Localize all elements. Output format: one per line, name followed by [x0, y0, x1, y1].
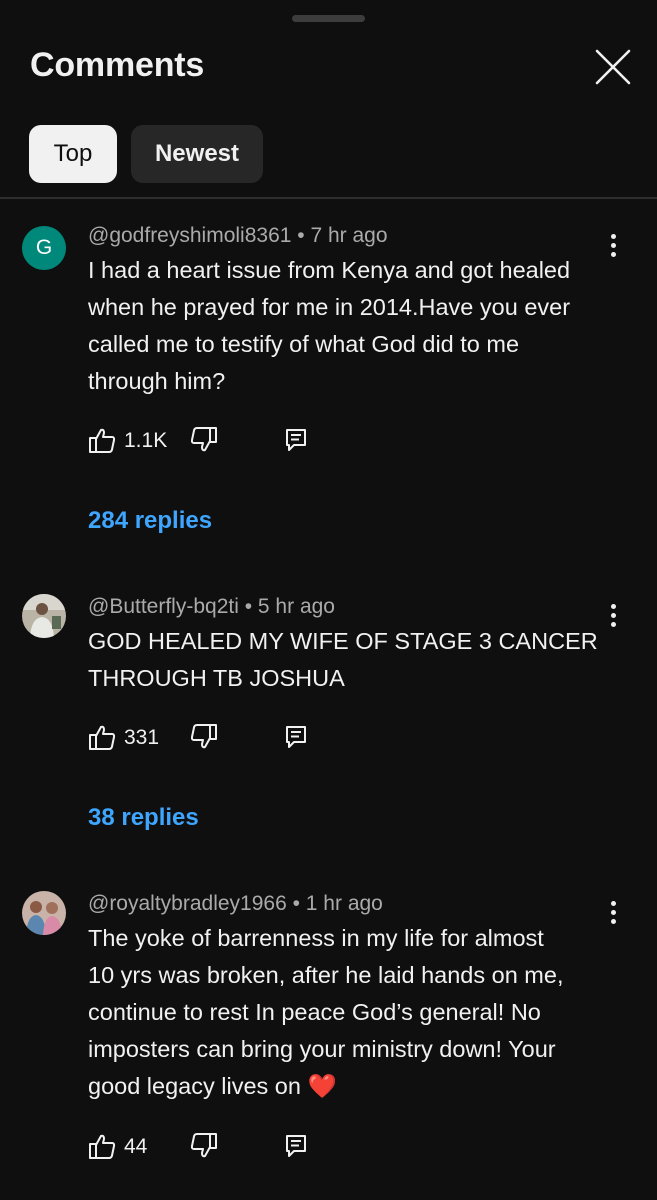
page-title: Comments	[30, 46, 205, 84]
tab-newest[interactable]: Newest	[131, 125, 263, 183]
thumbs-up-icon	[89, 1134, 116, 1159]
comment-meta: @Butterfly-bq2ti • 5 hr ago	[88, 595, 335, 619]
reply-button[interactable]	[284, 1133, 308, 1159]
comment-line: The yoke of barrenness in my life for al…	[88, 925, 544, 951]
reply-button[interactable]	[284, 724, 308, 750]
reply-icon	[286, 726, 306, 748]
view-replies-link[interactable]: 38 replies	[88, 804, 199, 832]
meta-separator: •	[238, 595, 258, 618]
comment-text: I had a heart issue from Kenya and got h…	[88, 252, 618, 400]
close-icon	[595, 49, 631, 85]
comment-time: 7 hr ago	[310, 224, 388, 247]
tab-newest-label: Newest	[154, 140, 240, 167]
comment-author[interactable]: @godfreyshimoli8361	[88, 224, 291, 247]
thumbs-up-icon	[89, 725, 116, 750]
meta-separator: •	[286, 892, 306, 915]
comment-line: I had a heart issue from Kenya and got h…	[88, 257, 571, 283]
view-replies-link[interactable]: 284 replies	[88, 507, 212, 535]
like-count: 331	[124, 726, 160, 749]
tab-top-label: Top	[53, 140, 93, 167]
comment-text: The yoke of barrenness in my life for al…	[88, 920, 618, 1105]
dot	[610, 900, 616, 906]
comment-line: 10 yrs was broken, after he laid hands o…	[88, 962, 564, 988]
comment-author[interactable]: @royaltybradley1966	[88, 892, 287, 915]
comment-line: continue to rest In peace God’s general!…	[88, 999, 541, 1025]
dot	[610, 909, 616, 915]
avatar-letter: G	[35, 236, 53, 259]
dot	[610, 233, 616, 239]
dislike-button[interactable]	[190, 1132, 218, 1160]
comment-line: good legacy lives on	[88, 1073, 301, 1099]
comment-line-last: good legacy lives on ❤️	[88, 1068, 618, 1105]
reply-icon	[286, 1135, 306, 1157]
comment-meta: @royaltybradley1966 • 1 hr ago	[88, 892, 383, 916]
avatar[interactable]	[22, 594, 66, 638]
avatar-photo-icon	[22, 891, 66, 935]
thumbs-up-icon	[89, 428, 116, 453]
heart-emoji: ❤️	[307, 1073, 337, 1099]
like-button[interactable]	[88, 426, 116, 454]
comment-line: imposters can bring your ministry down! …	[88, 1036, 556, 1062]
reply-icon	[286, 429, 306, 451]
like-button[interactable]	[88, 1132, 116, 1160]
avatar[interactable]	[22, 891, 66, 935]
comment-line: called me to testify of what God did to …	[88, 331, 520, 357]
thumbs-down-icon	[190, 427, 217, 452]
drag-handle[interactable]	[292, 15, 365, 22]
comment-meta: @godfreyshimoli8361 • 7 hr ago	[88, 224, 388, 248]
dislike-button[interactable]	[190, 723, 218, 751]
thumbs-down-icon	[190, 724, 217, 749]
thumbs-down-icon	[190, 1133, 217, 1158]
like-button[interactable]	[88, 723, 116, 751]
dot	[610, 612, 616, 618]
close-button[interactable]	[593, 47, 633, 87]
dot	[610, 603, 616, 609]
like-count: 1.1K	[124, 429, 168, 452]
comment-line: through him?	[88, 368, 226, 394]
comment-line: THROUGH TB JOSHUA	[88, 665, 345, 691]
reply-button[interactable]	[284, 427, 308, 453]
comment-author[interactable]: @Butterfly-bq2ti	[88, 595, 239, 618]
avatar[interactable]: G	[22, 226, 66, 270]
avatar-photo-icon	[22, 594, 66, 638]
comment-time: 1 hr ago	[305, 892, 383, 915]
like-count: 44	[124, 1135, 148, 1158]
dot	[610, 242, 616, 248]
comment-line: GOD HEALED MY WIFE OF STAGE 3 CANCER	[88, 628, 598, 654]
meta-separator: •	[291, 224, 311, 247]
dislike-button[interactable]	[190, 426, 218, 454]
header-divider	[0, 197, 657, 199]
comment-line: when he prayed for me in 2014.Have you e…	[88, 294, 571, 320]
comment-text: GOD HEALED MY WIFE OF STAGE 3 CANCER THR…	[88, 623, 618, 697]
tab-top[interactable]: Top	[29, 125, 117, 183]
comment-time: 5 hr ago	[257, 595, 335, 618]
